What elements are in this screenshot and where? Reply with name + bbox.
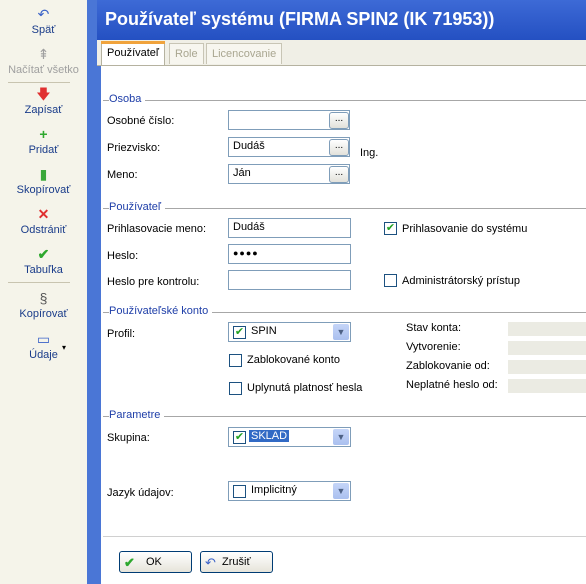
copy-record-button[interactable]: ▮ Skopírovať [0, 166, 87, 196]
ok-label: OK [146, 556, 162, 568]
load-all-button[interactable]: ⇞ Načítať všetko [0, 46, 87, 76]
tab-strip: Používateľ Role Licencovanie [97, 40, 586, 66]
skupina-label: Skupina: [107, 432, 150, 444]
window-title: Používateľ systému (FIRMA SPIN2 (IK 7195… [105, 9, 495, 29]
copy-button[interactable]: § Kopírovať [0, 290, 87, 320]
prihlasovanie-checkbox[interactable]: ✔ [384, 222, 397, 235]
checkmark-icon: ✔ [124, 555, 135, 570]
neplatne-heslo-value [508, 379, 586, 393]
chevron-down-icon[interactable]: ▼ [333, 324, 349, 340]
uplynuta-label: Uplynutá platnosť hesla [247, 382, 363, 394]
titul-text: Ing. [360, 147, 379, 159]
ok-button[interactable]: ✔ OK [119, 551, 192, 573]
priezvisko-label: Priezvisko: [107, 142, 161, 154]
admin-checkbox[interactable] [384, 274, 397, 287]
osobne-cislo-label: Osobné číslo: [107, 115, 175, 127]
zablokovane-checkbox[interactable] [229, 354, 242, 367]
save-icon: 🡇 [36, 86, 51, 102]
neplatne-heslo-label: Neplatné heslo od: [406, 379, 498, 391]
undo-label: Späť [31, 24, 56, 36]
toolbar-divider [8, 282, 70, 283]
jazyk-label: Jazyk údajov: [107, 487, 174, 499]
profil-checkbox: ✔ [233, 326, 246, 339]
zablokovanie-label: Zablokovanie od: [406, 360, 490, 372]
table-button[interactable]: ✔ Tabuľka [0, 246, 87, 276]
add-icon: + [39, 126, 48, 142]
delete-button[interactable]: ✕ Odstrániť [0, 206, 87, 236]
undo-icon: ↶ [37, 6, 50, 22]
save-button[interactable]: 🡇 Zapísať [0, 86, 87, 116]
load-all-label: Načítať všetko [8, 64, 79, 76]
zablokovane-label: Zablokované konto [247, 354, 340, 366]
priezvisko-lookup-button[interactable]: ... [329, 139, 349, 156]
save-label: Zapísať [24, 104, 63, 116]
login-field[interactable]: Dudáš [228, 218, 351, 238]
add-button[interactable]: + Pridať [0, 126, 87, 156]
footer-divider [103, 536, 586, 537]
form-panel: Osoba Osobné číslo: ... Priezvisko: Dudá… [101, 66, 586, 584]
load-all-icon: ⇞ [37, 46, 50, 62]
data-menu-button[interactable]: ▭ Údaje ▾ [0, 331, 87, 361]
tab-role[interactable]: Role [169, 43, 204, 64]
meno-lookup-button[interactable]: ... [329, 166, 349, 183]
stav-konta-value [508, 322, 586, 336]
section-parametre-title: Parametre [109, 409, 165, 421]
chevron-down-icon[interactable]: ▼ [333, 429, 349, 445]
section-divider [103, 100, 586, 101]
copy-label: Kopírovať [19, 308, 68, 320]
osobne-cislo-lookup-button[interactable]: ... [329, 112, 349, 129]
table-label: Tabuľka [24, 264, 63, 276]
delete-label: Odstrániť [20, 224, 67, 236]
cancel-label: Zrušiť [222, 556, 251, 568]
delete-icon: ✕ [37, 206, 50, 222]
heslo-kontrola-label: Heslo pre kontrolu: [107, 276, 200, 288]
section-konto-title: Používateľské konto [109, 305, 213, 317]
zablokovanie-value [508, 360, 586, 374]
skupina-value: SKLAD [249, 430, 290, 442]
data-label: Údaje [29, 349, 58, 361]
jazyk-select[interactable]: Implicitný ▼ [228, 481, 351, 501]
toolbar: ↶ Späť ⇞ Načítať všetko 🡇 Zapísať + Prid… [0, 0, 88, 584]
paragraph-icon: § [39, 290, 48, 306]
vytvorenie-label: Vytvorenie: [406, 341, 461, 353]
undo-button[interactable]: ↶ Späť [0, 6, 87, 36]
heslo-kontrola-field[interactable] [228, 270, 351, 290]
window-title-bar: Používateľ systému (FIRMA SPIN2 (IK 7195… [97, 0, 586, 40]
skupina-select[interactable]: ✔ SKLAD ▼ [228, 427, 351, 447]
profil-select[interactable]: ✔ SPIN ▼ [228, 322, 351, 342]
dropdown-arrow-icon: ▾ [62, 343, 67, 352]
skupina-checkbox: ✔ [233, 431, 246, 444]
table-icon: ✔ [37, 246, 50, 262]
stav-konta-label: Stav konta: [406, 322, 462, 334]
admin-label: Administrátorský prístup [402, 275, 520, 287]
profil-label: Profil: [107, 328, 136, 340]
chevron-down-icon[interactable]: ▼ [333, 483, 349, 499]
window-border [87, 0, 101, 584]
tab-pouzivatel[interactable]: Používateľ [101, 41, 166, 65]
login-label: Prihlasovacie meno: [107, 223, 207, 235]
jazyk-checkbox [233, 485, 246, 498]
vytvorenie-value [508, 341, 586, 355]
uplynuta-checkbox[interactable] [229, 382, 242, 395]
heslo-field[interactable]: ●●●● [228, 244, 351, 264]
section-divider [103, 208, 586, 209]
jazyk-value: Implicitný [251, 484, 297, 496]
section-divider [103, 416, 586, 417]
copy-record-label: Skopírovať [16, 184, 71, 196]
data-icon: ▭ [36, 331, 51, 347]
prihlasovanie-label: Prihlasovanie do systému [402, 223, 528, 235]
section-pouzivatel-title: Používateľ [109, 201, 166, 213]
cancel-button[interactable]: ↶ Zrušiť [200, 551, 273, 573]
tab-licencovanie[interactable]: Licencovanie [206, 43, 283, 64]
undo-icon: ↶ [205, 555, 216, 570]
heslo-label: Heslo: [107, 250, 139, 262]
toolbar-divider [8, 82, 70, 83]
profil-value: SPIN [251, 325, 277, 337]
copy-icon: ▮ [39, 166, 48, 182]
section-osoba-title: Osoba [109, 93, 146, 105]
meno-label: Meno: [107, 169, 138, 181]
add-label: Pridať [28, 144, 59, 156]
